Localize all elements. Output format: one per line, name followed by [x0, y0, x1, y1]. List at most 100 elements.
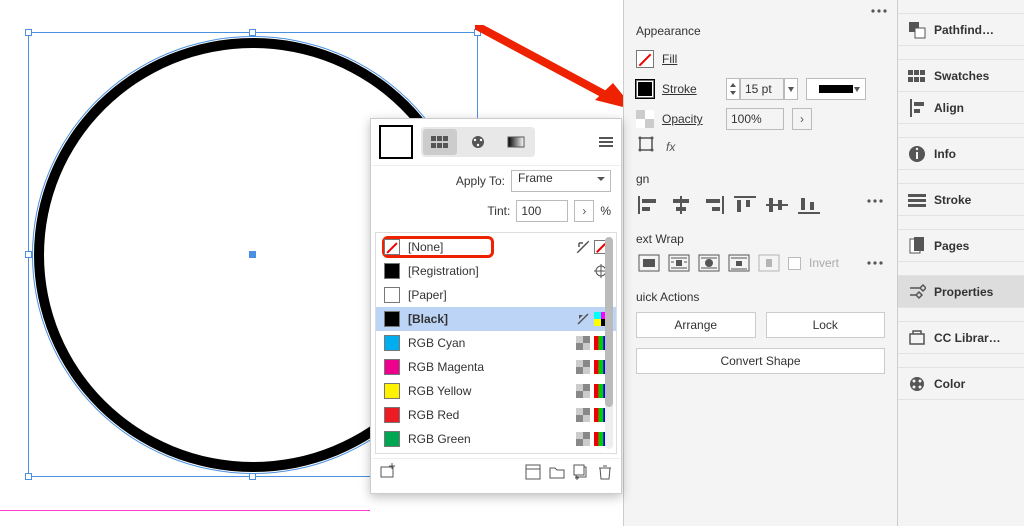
new-group-icon[interactable] [379, 463, 397, 481]
gradient-tab-icon[interactable] [499, 129, 533, 155]
global-icon [576, 408, 590, 422]
align-buttons [636, 196, 885, 214]
new-swatch-icon[interactable] [573, 464, 589, 480]
red-swatch-icon [384, 407, 400, 423]
yellow-swatch-icon [384, 383, 400, 399]
fill-swatch-icon[interactable] [636, 50, 654, 68]
palette-tab-icon[interactable] [461, 129, 495, 155]
tab-align[interactable]: Align [898, 92, 1024, 124]
new-folder-icon[interactable] [549, 464, 565, 480]
align-hcenter-icon[interactable] [670, 196, 692, 214]
opacity-label[interactable]: Opacity [662, 112, 718, 126]
swatch-item-none[interactable]: [None] [376, 235, 616, 259]
scrollbar[interactable] [605, 237, 613, 449]
apply-to-label: Apply To: [456, 174, 505, 188]
tab-swatches[interactable]: Swatches [898, 60, 1024, 92]
appearance-title: Appearance [636, 24, 885, 38]
stroke-weight-input[interactable]: 15 pt [726, 78, 798, 100]
fill-label[interactable]: Fill [662, 52, 677, 66]
global-icon [576, 432, 590, 446]
tint-slider-icon[interactable]: › [574, 200, 594, 222]
handle-tl[interactable] [25, 29, 32, 36]
invert-label: Invert [809, 256, 839, 270]
guide-line [0, 510, 370, 511]
tint-input[interactable]: 100 [516, 200, 568, 222]
none-swatch-icon [384, 239, 400, 255]
grid-tab-icon[interactable] [423, 129, 457, 155]
swatches-popup: Apply To: Frame Tint: 100 › % [None] [Re… [370, 118, 622, 494]
align-left-icon[interactable] [638, 196, 660, 214]
delete-swatch-icon[interactable] [597, 464, 613, 480]
scrollbar-thumb[interactable] [605, 237, 613, 407]
handle-tc[interactable] [249, 29, 256, 36]
green-swatch-icon [384, 431, 400, 447]
global-icon [576, 384, 590, 398]
stroke-style-select[interactable] [806, 78, 866, 100]
arrange-button[interactable]: Arrange [636, 312, 756, 338]
active-stroke-chip[interactable] [379, 125, 413, 159]
tab-properties[interactable]: Properties [898, 276, 1024, 308]
tab-stroke[interactable]: Stroke [898, 184, 1024, 216]
align-right-icon[interactable] [702, 196, 724, 214]
black-swatch-icon [384, 311, 400, 327]
swatch-item-green[interactable]: RGB Green [376, 427, 616, 451]
wrap-none-icon[interactable] [638, 254, 660, 272]
wrap-next-icon[interactable] [758, 254, 780, 272]
apply-to-select[interactable]: Frame [511, 170, 611, 192]
swatch-list: [None] [Registration] [Paper] [Black] RG… [375, 232, 617, 454]
swatch-item-magenta[interactable]: RGB Magenta [376, 355, 616, 379]
stroke-label[interactable]: Stroke [662, 82, 718, 96]
swatch-item-cyan[interactable]: RGB Cyan [376, 331, 616, 355]
swatch-item-registration[interactable]: [Registration] [376, 259, 616, 283]
wrap-bbox-icon[interactable] [668, 254, 690, 272]
registration-swatch-icon [384, 263, 400, 279]
opacity-swatch-icon [636, 110, 654, 128]
textwrap-title: ext Wrap [636, 232, 885, 246]
align-top-icon[interactable] [734, 196, 756, 214]
panel-menu-icon[interactable] [871, 6, 887, 16]
tab-info[interactable]: Info [898, 138, 1024, 170]
opacity-input[interactable]: 100% [726, 108, 784, 130]
libraries-icon[interactable] [525, 464, 541, 480]
quickactions-title: uick Actions [636, 290, 885, 304]
noedit-icon [576, 312, 590, 326]
properties-panel: Appearance Fill Stroke 15 pt Opacity 100… [623, 0, 897, 526]
opacity-more-icon[interactable]: › [792, 108, 812, 130]
handle-center[interactable] [249, 251, 256, 258]
fx-button[interactable]: fx [666, 140, 675, 154]
cyan-swatch-icon [384, 335, 400, 351]
wrap-jump-icon[interactable] [728, 254, 750, 272]
convert-shape-button[interactable]: Convert Shape [636, 348, 885, 374]
global-icon [576, 336, 590, 350]
swatch-item-red[interactable]: RGB Red [376, 403, 616, 427]
swatch-menu-icon[interactable] [599, 136, 613, 148]
align-vcenter-icon[interactable] [766, 196, 788, 214]
wrap-shape-icon[interactable] [698, 254, 720, 272]
wrap-more-icon[interactable] [867, 258, 883, 268]
handle-tr[interactable] [474, 29, 481, 36]
tab-cclibraries[interactable]: CC Librar… [898, 322, 1024, 354]
lock-button[interactable]: Lock [766, 312, 886, 338]
tab-color[interactable]: Color [898, 368, 1024, 400]
tint-label: Tint: [487, 204, 510, 218]
tab-pages[interactable]: Pages [898, 230, 1024, 262]
stroke-swatch-icon[interactable] [636, 80, 654, 98]
align-title: gn [636, 172, 885, 186]
magenta-swatch-icon [384, 359, 400, 375]
align-bottom-icon[interactable] [798, 196, 820, 214]
global-icon [576, 360, 590, 374]
swatch-item-paper[interactable]: [Paper] [376, 283, 616, 307]
tab-pathfinder[interactable]: Pathfind… [898, 14, 1024, 46]
tint-unit: % [600, 204, 611, 218]
right-tab-bar: Pathfind… Swatches Align Info Stroke Pag… [897, 0, 1024, 526]
handle-bc[interactable] [249, 473, 256, 480]
noedit-icon [576, 240, 590, 254]
handle-bl[interactable] [25, 473, 32, 480]
align-more-icon[interactable] [867, 196, 883, 214]
invert-checkbox[interactable] [788, 257, 801, 270]
swatch-item-yellow[interactable]: RGB Yellow [376, 379, 616, 403]
handle-ml[interactable] [25, 251, 32, 258]
paper-swatch-icon [384, 287, 400, 303]
swatch-item-black[interactable]: [Black] [376, 307, 616, 331]
corner-options-icon[interactable] [638, 136, 654, 152]
